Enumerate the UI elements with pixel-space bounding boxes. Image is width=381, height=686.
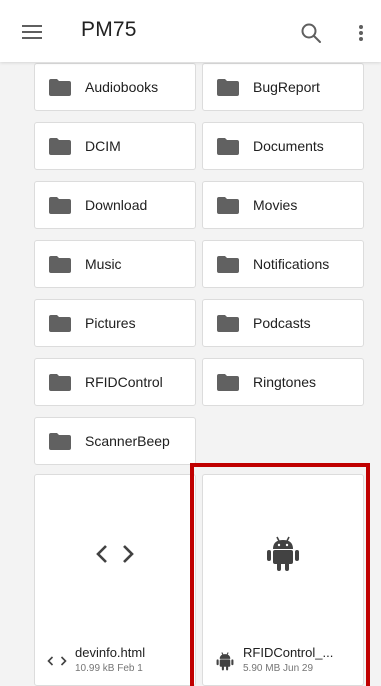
folder-label: DCIM	[85, 138, 121, 154]
folder-item[interactable]: DCIM	[34, 122, 196, 170]
android-icon	[267, 536, 299, 571]
folder-item[interactable]: BugReport	[202, 63, 364, 111]
folder-item[interactable]: Documents	[202, 122, 364, 170]
file-browser-app: PM75 Audiobooks BugReport DCIM Documents…	[0, 0, 381, 686]
folder-label: Podcasts	[253, 315, 311, 331]
folder-item[interactable]: Ringtones	[202, 358, 364, 406]
top-app-bar: PM75	[0, 0, 381, 62]
file-item[interactable]: RFIDControl_... 5.90 MB Jun 29	[202, 474, 364, 686]
folder-icon	[217, 314, 239, 332]
folder-icon	[217, 373, 239, 391]
file-info: 10.99 kB Feb 1	[75, 663, 143, 674]
folder-icon	[49, 255, 71, 273]
folder-icon	[49, 137, 71, 155]
folder-icon	[49, 314, 71, 332]
folder-label: Movies	[253, 197, 298, 213]
folder-icon	[49, 432, 71, 450]
folder-label: ScannerBeep	[85, 433, 170, 449]
file-meta: devinfo.html 10.99 kB Feb 1	[35, 633, 195, 686]
file-meta: RFIDControl_... 5.90 MB Jun 29	[203, 633, 363, 686]
file-preview	[203, 475, 363, 633]
file-name: devinfo.html	[75, 645, 146, 660]
folder-icon	[217, 255, 239, 273]
folder-item[interactable]: ScannerBeep	[34, 417, 196, 465]
folder-icon	[217, 137, 239, 155]
page-title: PM75	[81, 18, 137, 41]
code-icon	[47, 651, 67, 671]
folder-icon	[217, 78, 239, 96]
folder-item[interactable]: Movies	[202, 181, 364, 229]
folder-item[interactable]: Podcasts	[202, 299, 364, 347]
folder-icon	[49, 373, 71, 391]
folder-label: Documents	[253, 138, 324, 154]
folder-icon	[49, 196, 71, 214]
folder-item[interactable]: Notifications	[202, 240, 364, 288]
folder-label: Notifications	[253, 256, 330, 272]
hamburger-menu-icon[interactable]	[20, 20, 44, 44]
folder-label: Audiobooks	[85, 79, 159, 95]
file-info: 5.90 MB Jun 29	[243, 663, 314, 674]
file-preview	[35, 475, 195, 633]
folder-label: RFIDControl	[85, 374, 163, 390]
file-name: RFIDControl_...	[243, 645, 334, 660]
folder-label: Pictures	[85, 315, 136, 331]
folder-item[interactable]: Download	[34, 181, 196, 229]
search-icon[interactable]	[300, 22, 322, 44]
folder-label: BugReport	[253, 79, 320, 95]
folder-icon	[49, 78, 71, 96]
folder-item[interactable]: Pictures	[34, 299, 196, 347]
folder-label: Download	[85, 197, 148, 213]
file-item[interactable]: devinfo.html 10.99 kB Feb 1	[34, 474, 196, 686]
folder-label: Ringtones	[253, 374, 317, 390]
code-icon	[96, 545, 134, 563]
folder-icon	[217, 196, 239, 214]
folder-label: Music	[85, 256, 122, 272]
folder-item[interactable]: RFIDControl	[34, 358, 196, 406]
more-vert-icon[interactable]	[355, 22, 367, 44]
android-icon	[215, 651, 235, 671]
folder-item[interactable]: Audiobooks	[34, 63, 196, 111]
folder-item[interactable]: Music	[34, 240, 196, 288]
